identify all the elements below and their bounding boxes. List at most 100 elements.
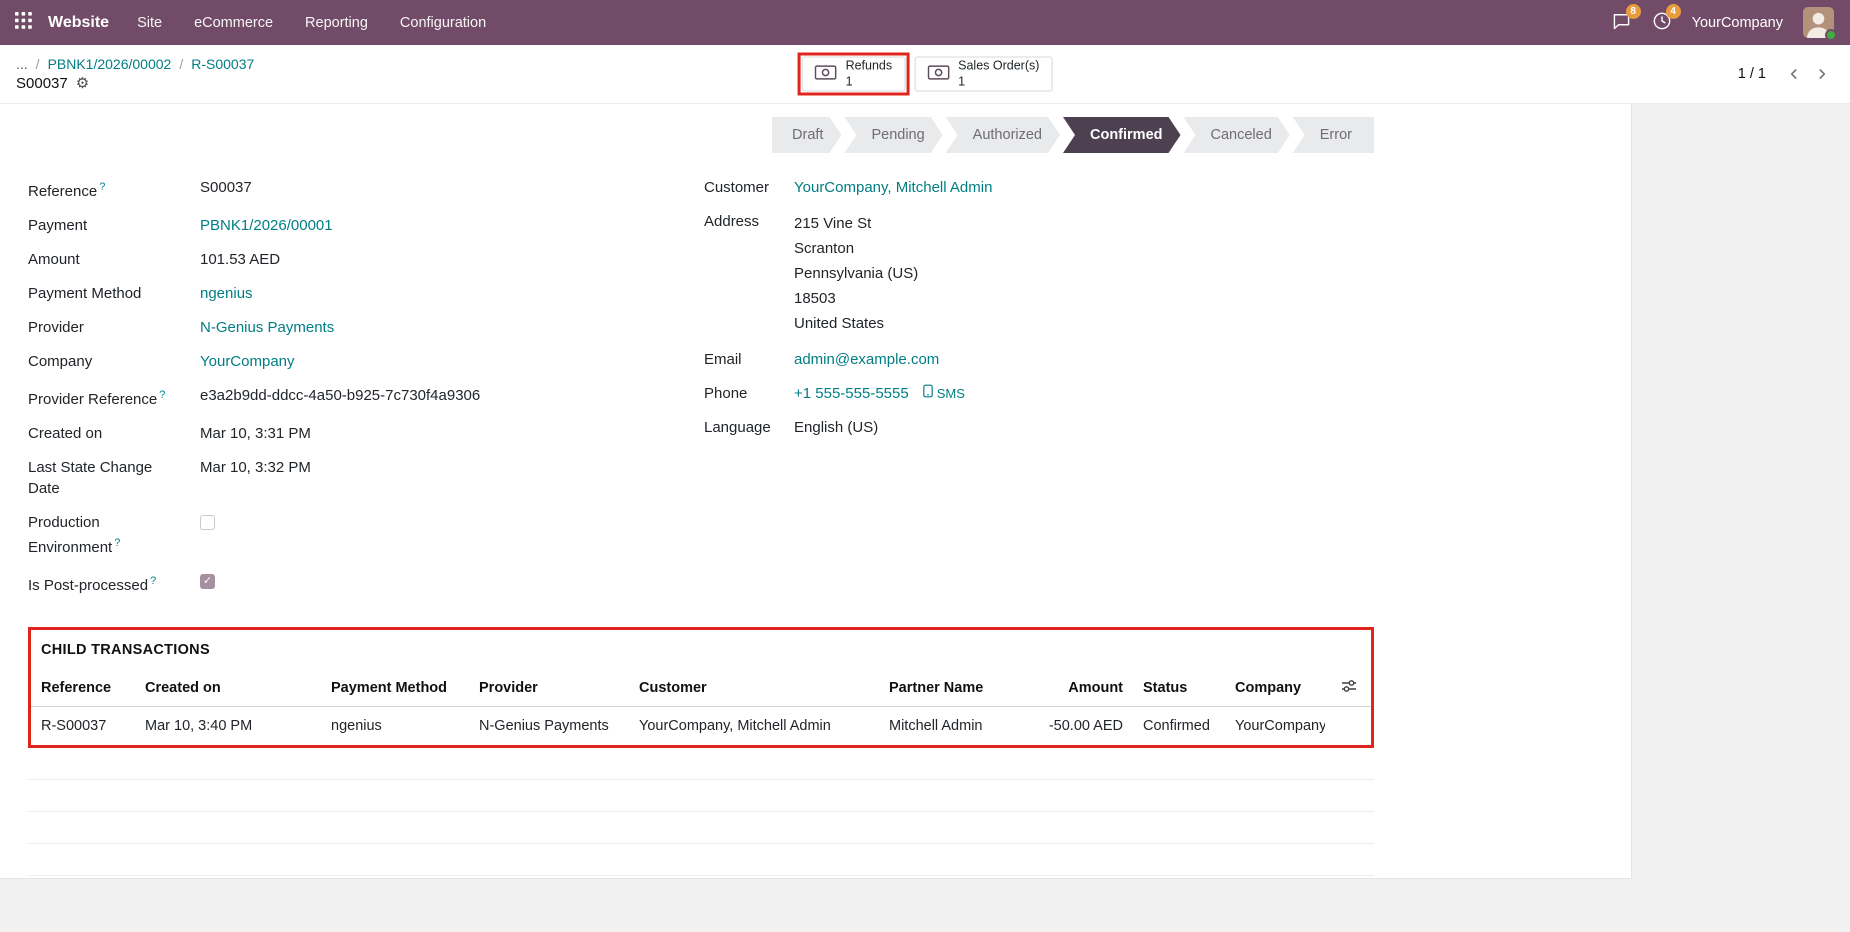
status-step-draft[interactable]: Draft xyxy=(772,117,841,153)
field-address: Address 215 Vine St Scranton Pennsylvani… xyxy=(704,211,1374,336)
table-header-row: Reference Created on Payment Method Prov… xyxy=(31,670,1371,707)
menu-ecommerce[interactable]: eCommerce xyxy=(194,15,273,31)
top-navbar: Website Site eCommerce Reporting Configu… xyxy=(0,0,1850,45)
user-menu[interactable] xyxy=(1803,7,1837,41)
col-partner-name[interactable]: Partner Name xyxy=(879,670,1021,707)
child-transactions-title: CHILD TRANSACTIONS xyxy=(41,642,210,658)
col-amount[interactable]: Amount xyxy=(1021,670,1133,707)
menu-reporting[interactable]: Reporting xyxy=(305,15,368,31)
field-reference: Reference? S00037 xyxy=(28,179,252,200)
status-step-pending[interactable]: Pending xyxy=(844,117,942,153)
table-row[interactable]: R-S00037 Mar 10, 3:40 PM ngenius N-Geniu… xyxy=(31,707,1371,746)
breadcrumb: ... / PBNK1/2026/00002 / R-S00037 xyxy=(16,56,255,72)
col-payment-method[interactable]: Payment Method xyxy=(321,670,469,707)
cell-company: YourCompany xyxy=(1235,718,1325,734)
reference-value: S00037 xyxy=(200,179,252,196)
menu-site[interactable]: Site xyxy=(137,15,162,31)
statusbar: Draft Pending Authorized Confirmed Cance… xyxy=(28,117,1374,153)
cell-payment-method: ngenius xyxy=(331,718,382,734)
address-zip: 18503 xyxy=(794,290,836,307)
form-sheet: Draft Pending Authorized Confirmed Cance… xyxy=(0,104,1632,879)
sales-orders-smart-button[interactable]: Sales Order(s) 1 xyxy=(914,56,1053,92)
payment-link[interactable]: PBNK1/2026/00001 xyxy=(200,215,333,236)
breadcrumb-item-payment[interactable]: PBNK1/2026/00002 xyxy=(48,56,172,72)
col-status[interactable]: Status xyxy=(1133,670,1225,707)
field-production-environment: Production Environment? xyxy=(28,512,704,558)
field-language: Language English (US) xyxy=(704,419,879,436)
company-link[interactable]: YourCompany xyxy=(200,351,295,372)
status-step-error[interactable]: Error xyxy=(1292,117,1374,153)
col-reference[interactable]: Reference xyxy=(31,670,135,707)
refunds-count: 1 xyxy=(845,74,853,88)
address-street: 215 Vine St xyxy=(794,215,872,232)
app-brand[interactable]: Website xyxy=(48,14,109,32)
field-customer: Customer YourCompany, Mitchell Admin xyxy=(704,177,993,198)
col-provider[interactable]: Provider xyxy=(469,670,629,707)
production-environment-checkbox[interactable] xyxy=(200,515,215,530)
refunds-smart-button[interactable]: Refunds 1 xyxy=(801,56,906,92)
optional-columns-button[interactable] xyxy=(1325,670,1371,707)
col-company[interactable]: Company xyxy=(1225,670,1325,707)
col-created-on[interactable]: Created on xyxy=(135,670,321,707)
empty-row xyxy=(28,748,1374,780)
field-phone: Phone +1 555-555-5555 SMS xyxy=(704,383,965,404)
breadcrumb-ellipsis[interactable]: ... xyxy=(16,56,28,72)
cell-provider: N-Genius Payments xyxy=(479,718,609,734)
empty-row xyxy=(28,844,1374,876)
pager-previous-button[interactable] xyxy=(1782,62,1806,86)
child-transactions-annotation-box: CHILD TRANSACTIONS Reference Created on … xyxy=(28,627,1374,748)
field-company: Company YourCompany xyxy=(28,351,295,372)
help-icon: ? xyxy=(99,181,106,193)
breadcrumb-item-refund[interactable]: R-S00037 xyxy=(191,56,254,72)
sms-button[interactable]: SMS xyxy=(922,383,965,404)
right-field-column: Customer YourCompany, Mitchell Admin Add… xyxy=(704,177,1374,609)
pager-next-button[interactable] xyxy=(1810,62,1834,86)
email-link[interactable]: admin@example.com xyxy=(794,349,939,370)
created-on-value: Mar 10, 3:31 PM xyxy=(200,425,311,442)
language-value: English (US) xyxy=(794,419,879,436)
last-state-change-value: Mar 10, 3:32 PM xyxy=(200,459,311,476)
cell-status: Confirmed xyxy=(1143,718,1210,734)
col-customer[interactable]: Customer xyxy=(629,670,879,707)
cell-partner-name: Mitchell Admin xyxy=(889,718,983,734)
is-post-processed-checkbox[interactable] xyxy=(200,574,215,589)
field-payment-method: Payment Method ngenius xyxy=(28,283,253,304)
activities-button[interactable]: 4 xyxy=(1652,3,1681,35)
field-is-post-processed: Is Post-processed? xyxy=(28,571,704,596)
status-step-authorized[interactable]: Authorized xyxy=(946,117,1060,153)
provider-reference-value: e3a2b9dd-ddcc-4a50-b925-7c730f4a9306 xyxy=(200,387,481,404)
left-field-column: Reference? S00037 Payment PBNK1/2026/000… xyxy=(28,177,704,609)
field-amount: Amount 101.53 AED xyxy=(28,251,281,268)
apps-grid-icon xyxy=(14,12,32,33)
status-step-canceled[interactable]: Canceled xyxy=(1184,117,1290,153)
banknote-icon xyxy=(814,65,837,84)
sms-phone-icon xyxy=(922,383,933,404)
cell-reference: R-S00037 xyxy=(41,718,107,734)
apps-menu-button[interactable] xyxy=(0,0,46,45)
menu-configuration[interactable]: Configuration xyxy=(400,15,486,31)
phone-link[interactable]: +1 555-555-5555 xyxy=(794,383,909,404)
customer-link[interactable]: YourCompany, Mitchell Admin xyxy=(794,177,992,198)
main-menu: Site eCommerce Reporting Configuration xyxy=(137,15,486,31)
cell-created-on: Mar 10, 3:40 PM xyxy=(145,718,253,734)
payment-method-link[interactable]: ngenius xyxy=(200,283,253,304)
banknote-icon xyxy=(927,65,949,84)
messages-button[interactable]: 8 xyxy=(1611,3,1641,35)
provider-link[interactable]: N-Genius Payments xyxy=(200,317,334,338)
sales-orders-label: Sales Order(s) xyxy=(958,58,1040,73)
online-status-dot xyxy=(1825,29,1837,41)
cell-customer: YourCompany, Mitchell Admin xyxy=(639,718,831,734)
field-provider: Provider N-Genius Payments xyxy=(28,317,335,338)
amount-value: 101.53 AED xyxy=(200,251,281,268)
field-payment: Payment PBNK1/2026/00001 xyxy=(28,215,333,236)
actions-gear-icon[interactable]: ⚙ xyxy=(76,76,89,91)
field-email: Email admin@example.com xyxy=(704,349,940,370)
status-step-confirmed[interactable]: Confirmed xyxy=(1063,117,1181,153)
help-icon: ? xyxy=(114,537,121,549)
help-icon: ? xyxy=(150,575,157,587)
empty-row xyxy=(28,812,1374,844)
refunds-label: Refunds xyxy=(845,58,893,73)
field-provider-reference: Provider Reference? e3a2b9dd-ddcc-4a50-b… xyxy=(28,387,481,408)
company-switcher[interactable]: YourCompany xyxy=(1692,15,1783,31)
pager-value: 1 / 1 xyxy=(1737,66,1766,82)
